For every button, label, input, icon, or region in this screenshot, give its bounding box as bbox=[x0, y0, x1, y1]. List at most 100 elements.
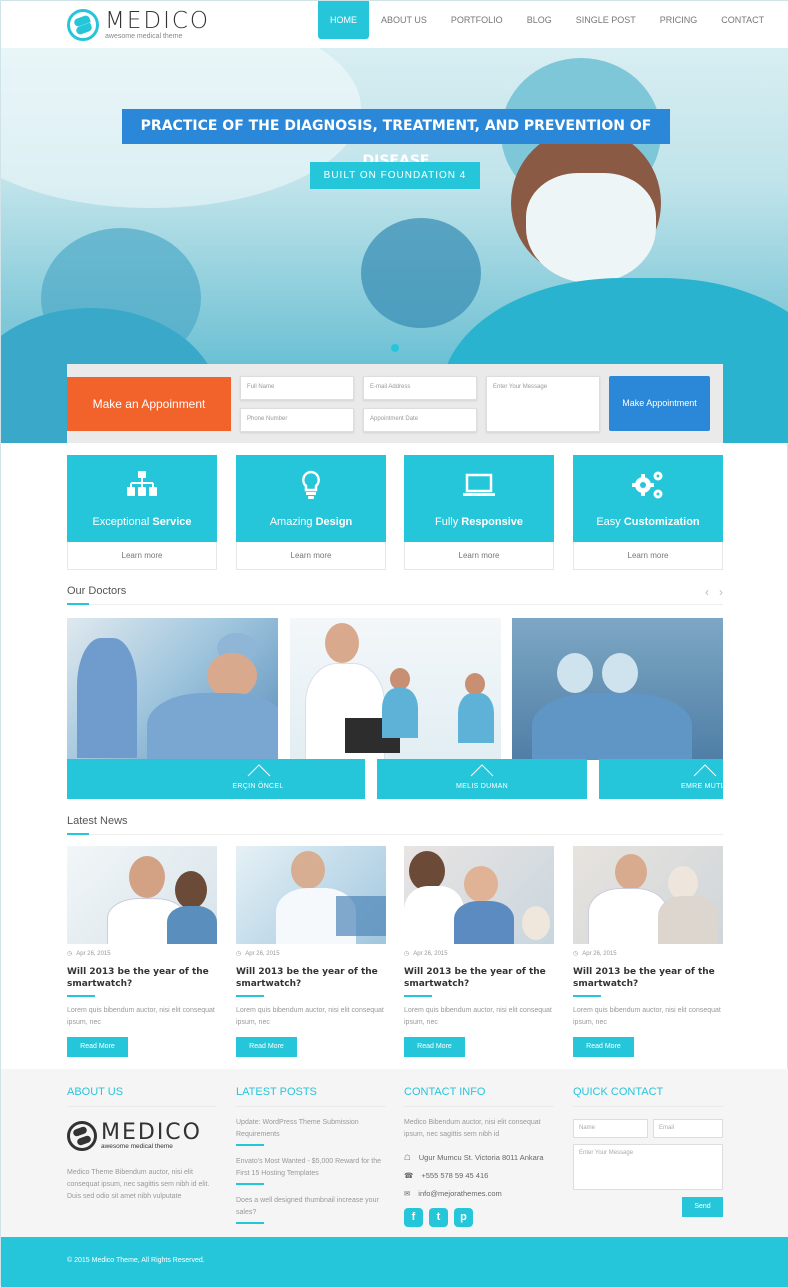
pinterest-icon[interactable]: p bbox=[454, 1208, 473, 1227]
doctor-photo[interactable] bbox=[67, 618, 278, 760]
footer-heading: QUICK CONTACT bbox=[573, 1086, 723, 1107]
message-textarea[interactable]: Enter Your Message bbox=[486, 376, 600, 432]
laptop-icon bbox=[404, 469, 554, 501]
sitemap-icon bbox=[67, 469, 217, 501]
read-more-button[interactable]: Read More bbox=[404, 1037, 465, 1057]
email-input[interactable]: E-mail Address bbox=[363, 376, 477, 400]
learn-more-link[interactable]: Learn more bbox=[236, 542, 386, 570]
footer-about: ABOUT US MEDICO awesome medical theme Me… bbox=[67, 1086, 217, 1203]
nav-single-post[interactable]: SINGLE POST bbox=[564, 1, 648, 39]
chevron-up-icon bbox=[470, 764, 494, 777]
chevron-up-icon bbox=[247, 764, 271, 777]
footer-heading: ABOUT US bbox=[67, 1086, 217, 1107]
read-more-button[interactable]: Read More bbox=[236, 1037, 297, 1057]
learn-more-link[interactable]: Learn more bbox=[404, 542, 554, 570]
doctor-name-band[interactable]: MELIS DUMAN bbox=[377, 759, 587, 799]
news-image[interactable] bbox=[236, 846, 386, 944]
footer-latest-posts: LATEST POSTS Update: WordPress Theme Sub… bbox=[236, 1086, 386, 1224]
full-name-input[interactable]: Full Name bbox=[240, 376, 354, 400]
logo[interactable]: MEDICO awesome medical theme bbox=[67, 9, 210, 41]
feature-card: Exceptional Service Learn more bbox=[67, 455, 217, 570]
nav-home[interactable]: HOME bbox=[318, 1, 369, 39]
quick-message-textarea[interactable]: Enter Your Message bbox=[573, 1144, 723, 1190]
news-title[interactable]: Will 2013 be the year of the smartwatch? bbox=[67, 966, 217, 990]
title-underline bbox=[67, 995, 95, 997]
news-date: Apr 26, 2015 bbox=[413, 950, 448, 957]
title-underline bbox=[236, 995, 264, 997]
news-excerpt: Lorem quis bibendum auctor, nisi elit co… bbox=[67, 1007, 215, 1026]
twitter-icon[interactable]: t bbox=[429, 1208, 448, 1227]
news-title[interactable]: Will 2013 be the year of the smartwatch? bbox=[404, 966, 554, 990]
hero-subtitle-button[interactable]: BUILT ON FOUNDATION 4 bbox=[310, 162, 480, 189]
contact-phone: +555 578 59 45 416 bbox=[421, 1171, 489, 1180]
learn-more-link[interactable]: Learn more bbox=[67, 542, 217, 570]
doctor-name-band[interactable]: ERÇIN ÖNCEL bbox=[67, 759, 365, 799]
doctor-photo[interactable] bbox=[290, 618, 501, 760]
nav-portfolio[interactable]: PORTFOLIO bbox=[439, 1, 515, 39]
main-nav: HOME ABOUT US PORTFOLIO BLOG SINGLE POST… bbox=[318, 1, 776, 39]
news-excerpt: Lorem quis bibendum auctor, nisi elit co… bbox=[573, 1007, 721, 1026]
contact-text: Medico Bibendum auctor, nisi elit conseq… bbox=[404, 1119, 541, 1138]
doctor-name: MELIS DUMAN bbox=[456, 783, 508, 790]
about-text: Medico Theme Bibendum auctor, nisi elit … bbox=[67, 1169, 210, 1200]
contact-address: Ugur Mumcu St. Victoria 8011 Ankara bbox=[418, 1153, 544, 1162]
footer-logo[interactable]: MEDICO awesome medical theme bbox=[67, 1121, 217, 1151]
news-title[interactable]: Will 2013 be the year of the smartwatch? bbox=[573, 966, 723, 990]
feature-title: Amazing Design bbox=[269, 516, 353, 528]
quick-name-input[interactable]: Name bbox=[573, 1119, 648, 1138]
clock-icon: ◷ bbox=[67, 951, 73, 957]
footer-post-link[interactable]: Does a well designed thumbnail increase … bbox=[236, 1195, 386, 1219]
clock-icon: ◷ bbox=[236, 951, 242, 957]
brand-name: MEDICO bbox=[101, 1120, 202, 1145]
bottom-bar: © 2015 Medico Theme, All Rights Reserved… bbox=[1, 1237, 788, 1287]
clock-icon: ◷ bbox=[404, 951, 410, 957]
nav-about-us[interactable]: ABOUT US bbox=[369, 1, 439, 39]
footer-contact-info: CONTACT INFO Medico Bibendum auctor, nis… bbox=[404, 1086, 554, 1227]
feature-title: Exceptional Service bbox=[92, 516, 192, 528]
news-date: Apr 26, 2015 bbox=[76, 950, 111, 957]
news-card: ◷ Apr 26, 2015 Will 2013 be the year of t… bbox=[404, 846, 554, 1057]
doctor-photo[interactable] bbox=[512, 618, 723, 760]
learn-more-link[interactable]: Learn more bbox=[573, 542, 723, 570]
news-title[interactable]: Will 2013 be the year of the smartwatch? bbox=[236, 966, 386, 990]
read-more-button[interactable]: Read More bbox=[573, 1037, 634, 1057]
nav-blog[interactable]: BLOG bbox=[515, 1, 564, 39]
doctor-name-band[interactable]: EMRE MUTL bbox=[599, 759, 723, 799]
footer-heading: LATEST POSTS bbox=[236, 1086, 386, 1107]
nav-contact[interactable]: CONTACT bbox=[709, 1, 776, 39]
chevron-up-icon bbox=[693, 764, 717, 777]
home-icon: ☖ bbox=[404, 1153, 411, 1162]
slider-dot[interactable] bbox=[391, 344, 399, 352]
read-more-button[interactable]: Read More bbox=[67, 1037, 128, 1057]
news-image[interactable] bbox=[573, 846, 723, 944]
footer-quick-contact: QUICK CONTACT bbox=[573, 1086, 723, 1107]
phone-input[interactable]: Phone Number bbox=[240, 408, 354, 432]
footer-heading: CONTACT INFO bbox=[404, 1086, 554, 1107]
news-card: ◷ Apr 26, 2015 Will 2013 be the year of t… bbox=[573, 846, 723, 1057]
news-card: ◷ Apr 26, 2015 Will 2013 be the year of t… bbox=[67, 846, 217, 1057]
quick-email-input[interactable]: Email bbox=[653, 1119, 723, 1138]
send-button[interactable]: Send bbox=[682, 1197, 723, 1217]
footer-post-link[interactable]: Update: WordPress Theme Submission Requi… bbox=[236, 1117, 386, 1141]
date-input[interactable]: Appointment Date bbox=[363, 408, 477, 432]
section-title-doctors: Our Doctors ‹ › bbox=[67, 585, 723, 605]
news-image[interactable] bbox=[67, 846, 217, 944]
nav-pricing[interactable]: PRICING bbox=[648, 1, 710, 39]
make-appointment-button[interactable]: Make Appointment bbox=[609, 376, 710, 431]
footer-post-link[interactable]: Envato's Most Wanted - $5,000 Reward for… bbox=[236, 1156, 386, 1180]
doctor-name: ERÇIN ÖNCEL bbox=[232, 783, 284, 790]
appointment-label: Make an Appoinment bbox=[67, 377, 231, 431]
facebook-icon[interactable]: f bbox=[404, 1208, 423, 1227]
feature-card: Fully Responsive Learn more bbox=[404, 455, 554, 570]
prev-arrow-icon[interactable]: ‹ bbox=[705, 585, 709, 599]
news-image[interactable] bbox=[404, 846, 554, 944]
feature-card: Amazing Design Learn more bbox=[236, 455, 386, 570]
copyright: © 2015 Medico Theme, All Rights Reserved… bbox=[67, 1257, 205, 1264]
next-arrow-icon[interactable]: › bbox=[719, 585, 723, 599]
brand-tagline: awesome medical theme bbox=[105, 33, 183, 40]
hero-title: PRACTICE OF THE DIAGNOSIS, TREATMENT, AN… bbox=[122, 109, 670, 169]
surgeon-cap-middle bbox=[361, 218, 481, 328]
contact-email[interactable]: info@mejorathemes.com bbox=[418, 1189, 501, 1198]
feature-title: Fully Responsive bbox=[434, 516, 524, 528]
news-date: Apr 26, 2015 bbox=[245, 950, 280, 957]
